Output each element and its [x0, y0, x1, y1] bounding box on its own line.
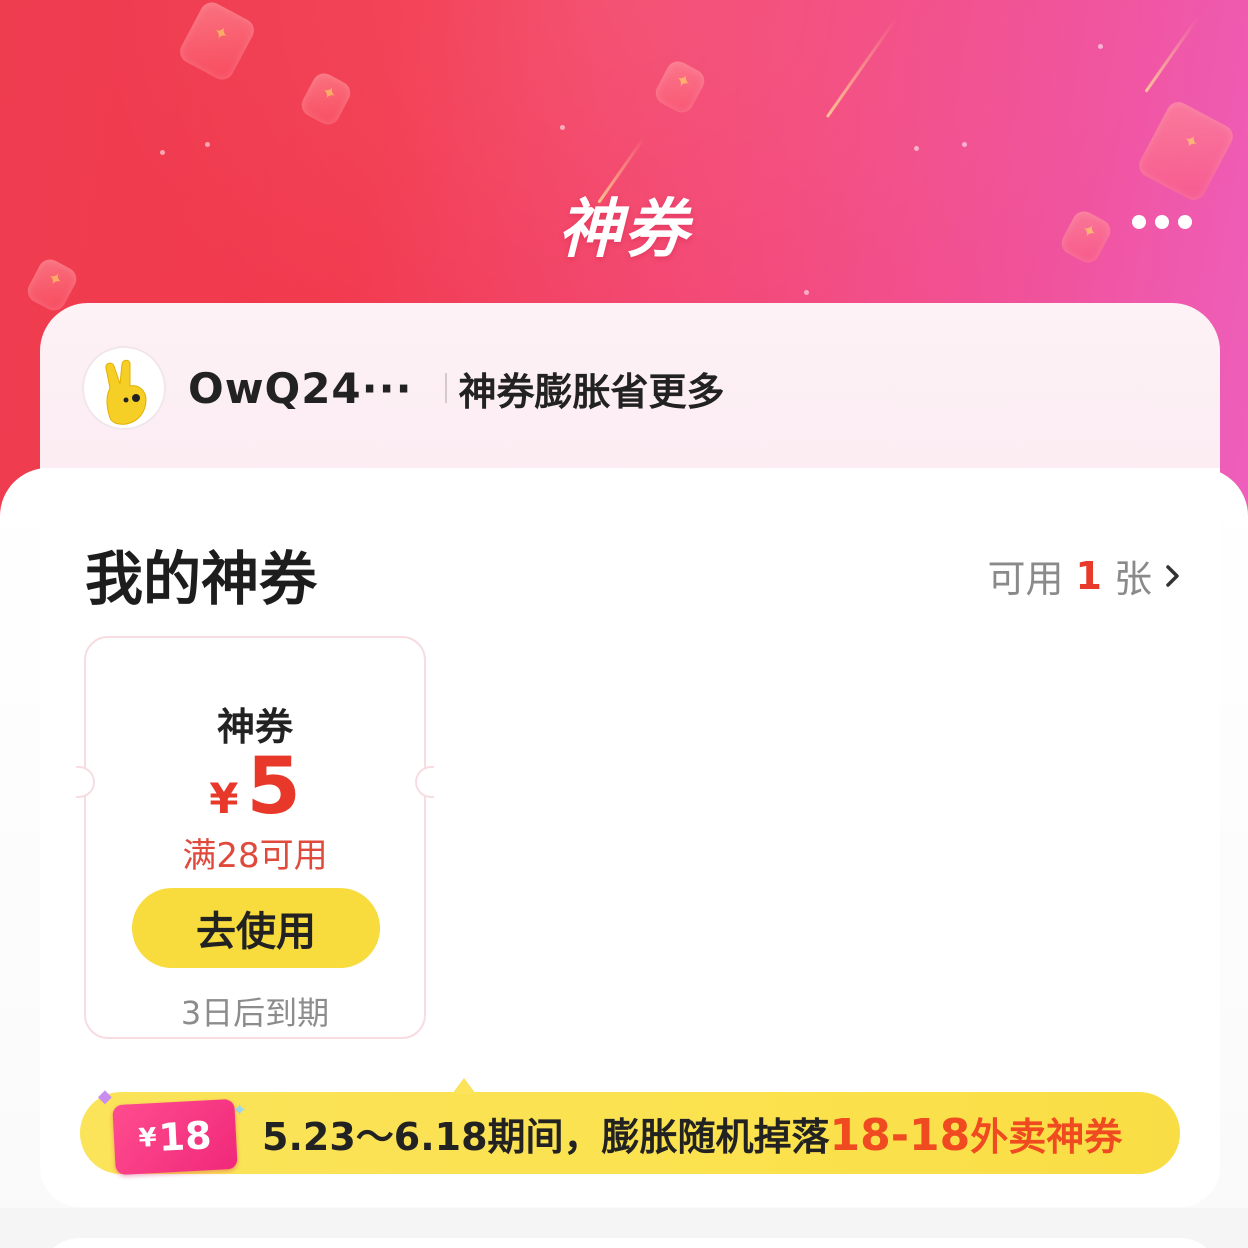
more-options-button[interactable]	[1126, 200, 1198, 244]
page-title: 神券	[558, 193, 690, 267]
promo-text: 5.23～6.18期间，膨胀随机掉落18-18外卖神券	[262, 1106, 1122, 1161]
coupon-card[interactable]: 神券 ¥5 满28可用 去使用 3日后到期	[75, 636, 435, 1039]
currency-symbol: ¥	[209, 774, 239, 823]
ticket-currency: ¥	[137, 1122, 158, 1154]
promo-text-suffix: 外卖神券	[970, 1115, 1123, 1159]
more-dots-icon	[1155, 215, 1169, 229]
section-title: 我的神券	[85, 545, 318, 613]
available-suffix: 张	[1113, 557, 1152, 601]
sparkle-dot	[160, 150, 165, 155]
ticket-badge: ¥18	[112, 1098, 238, 1176]
available-prefix: 可用	[987, 557, 1064, 601]
coupon-condition: 满28可用	[182, 836, 328, 876]
available-count: 1	[1075, 553, 1102, 598]
more-dots-icon	[1178, 215, 1192, 229]
sparkle-icon: ◆	[98, 1086, 112, 1107]
yellow-hand-avatar-icon	[105, 359, 147, 425]
promo-tip	[452, 1078, 476, 1094]
promo-text-prefix: 5.23～6.18期间，膨胀随机掉落	[262, 1115, 830, 1159]
promo-highlight: 18-18	[829, 1110, 971, 1161]
amount-value: 5	[246, 742, 301, 832]
next-card-edge	[40, 1238, 1220, 1248]
chevron-right-icon	[1166, 564, 1179, 587]
available-count-link[interactable]: 可用 1 张	[988, 548, 1186, 603]
sparkle-dot	[1098, 44, 1103, 49]
coupon-amount: ¥5	[86, 742, 424, 832]
username: OwQ24···	[188, 363, 413, 413]
user-row: OwQ24··· 神券膨胀省更多	[40, 303, 1220, 473]
ticket-amount: 18	[157, 1113, 213, 1160]
use-coupon-button[interactable]: 去使用	[132, 888, 380, 968]
sparkle-dot	[804, 290, 809, 295]
more-dots-icon	[1132, 215, 1146, 229]
divider	[444, 373, 447, 403]
avatar[interactable]	[82, 346, 166, 430]
coupon-expiry: 3日后到期	[180, 994, 330, 1032]
sparkle-dot	[205, 142, 210, 147]
sparkle-dot	[914, 146, 919, 151]
promo-banner[interactable]: ◆ ✦ ¥18 5.23～6.18期间，膨胀随机掉落18-18外卖神券	[80, 1078, 1180, 1176]
sparkle-dot	[962, 142, 967, 147]
sparkle-dot	[560, 125, 565, 130]
slogan: 神券膨胀省更多	[458, 369, 725, 414]
